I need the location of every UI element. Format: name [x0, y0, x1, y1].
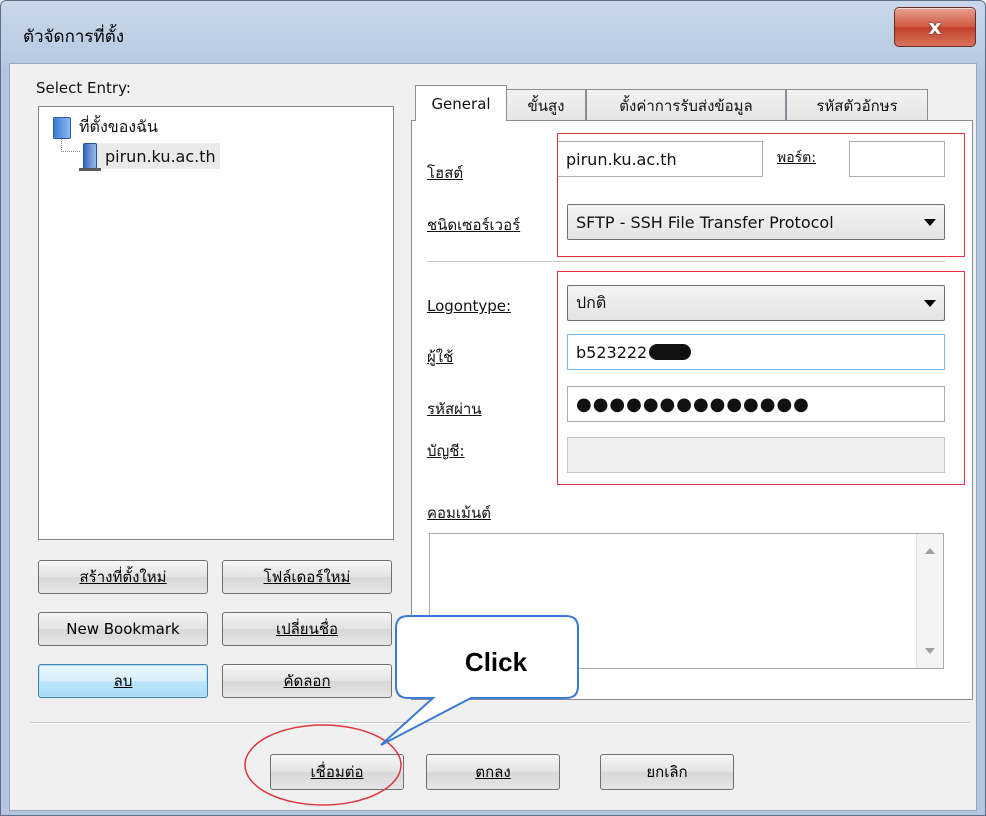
- user-label: ผู้ใช้: [427, 348, 454, 366]
- host-label: โฮสต์: [427, 164, 464, 182]
- tree-item-pirun[interactable]: pirun.ku.ac.th: [79, 143, 220, 171]
- logontype-label: Logontype:: [427, 297, 512, 315]
- account-label: บัญชี:: [427, 442, 465, 460]
- cancel-button[interactable]: ยกเลิก: [600, 754, 734, 790]
- rename-button[interactable]: เปลี่ยนชื่อ: [222, 612, 392, 646]
- title-bar: ตัวจัดการที่ตั้ง x: [1, 1, 985, 63]
- tree-item-label: pirun.ku.ac.th: [105, 146, 216, 166]
- close-button[interactable]: x: [894, 7, 976, 47]
- select-entry-label: Select Entry:: [36, 79, 131, 97]
- server-type-label: ชนิดเซอร์เวอร์: [427, 216, 521, 234]
- comment-scrollbar[interactable]: [916, 534, 943, 668]
- new-bookmark-button[interactable]: New Bookmark: [38, 612, 208, 646]
- delete-button[interactable]: ลบ: [38, 664, 208, 698]
- password-label: รหัสผ่าน: [427, 400, 482, 418]
- tree-connector: [61, 137, 80, 152]
- tree-item-label: ที่ตั้งของฉัน: [79, 117, 158, 136]
- site-manager-window: ตัวจัดการที่ตั้ง x Select Entry: ที่ตั้ง…: [0, 0, 986, 816]
- general-divider: [427, 261, 945, 263]
- callout-label: Click: [464, 647, 528, 677]
- tab-general[interactable]: General: [415, 85, 507, 121]
- connect-button[interactable]: เชื่อมต่อ: [270, 754, 404, 790]
- server-icon: [79, 143, 101, 171]
- host-server-highlight: [557, 133, 965, 257]
- new-folder-button[interactable]: โฟล์เดอร์ใหม่: [222, 560, 392, 594]
- tab-charset[interactable]: รหัสตัวอักษร: [786, 89, 928, 121]
- duplicate-button[interactable]: คัดลอก: [222, 664, 392, 698]
- window-title: ตัวจัดการที่ตั้ง: [23, 27, 125, 47]
- comment-label: คอมเม้นต์: [427, 504, 491, 522]
- tab-transfer-settings[interactable]: ตั้งค่าการรับส่งข้อมูล: [586, 89, 786, 121]
- close-icon: x: [928, 15, 942, 39]
- footer-divider: [30, 722, 970, 724]
- tab-advanced[interactable]: ขั้นสูง: [506, 89, 586, 121]
- ok-button[interactable]: ตกลง: [426, 754, 560, 790]
- login-credentials-highlight: [557, 271, 965, 485]
- site-tree[interactable]: ที่ตั้งของฉัน pirun.ku.ac.th: [38, 106, 394, 540]
- scroll-down-icon[interactable]: [925, 648, 935, 654]
- new-site-button[interactable]: สร้างที่ตั้งใหม่: [38, 560, 208, 594]
- folder-icon: [53, 116, 71, 139]
- scroll-up-icon[interactable]: [925, 548, 935, 554]
